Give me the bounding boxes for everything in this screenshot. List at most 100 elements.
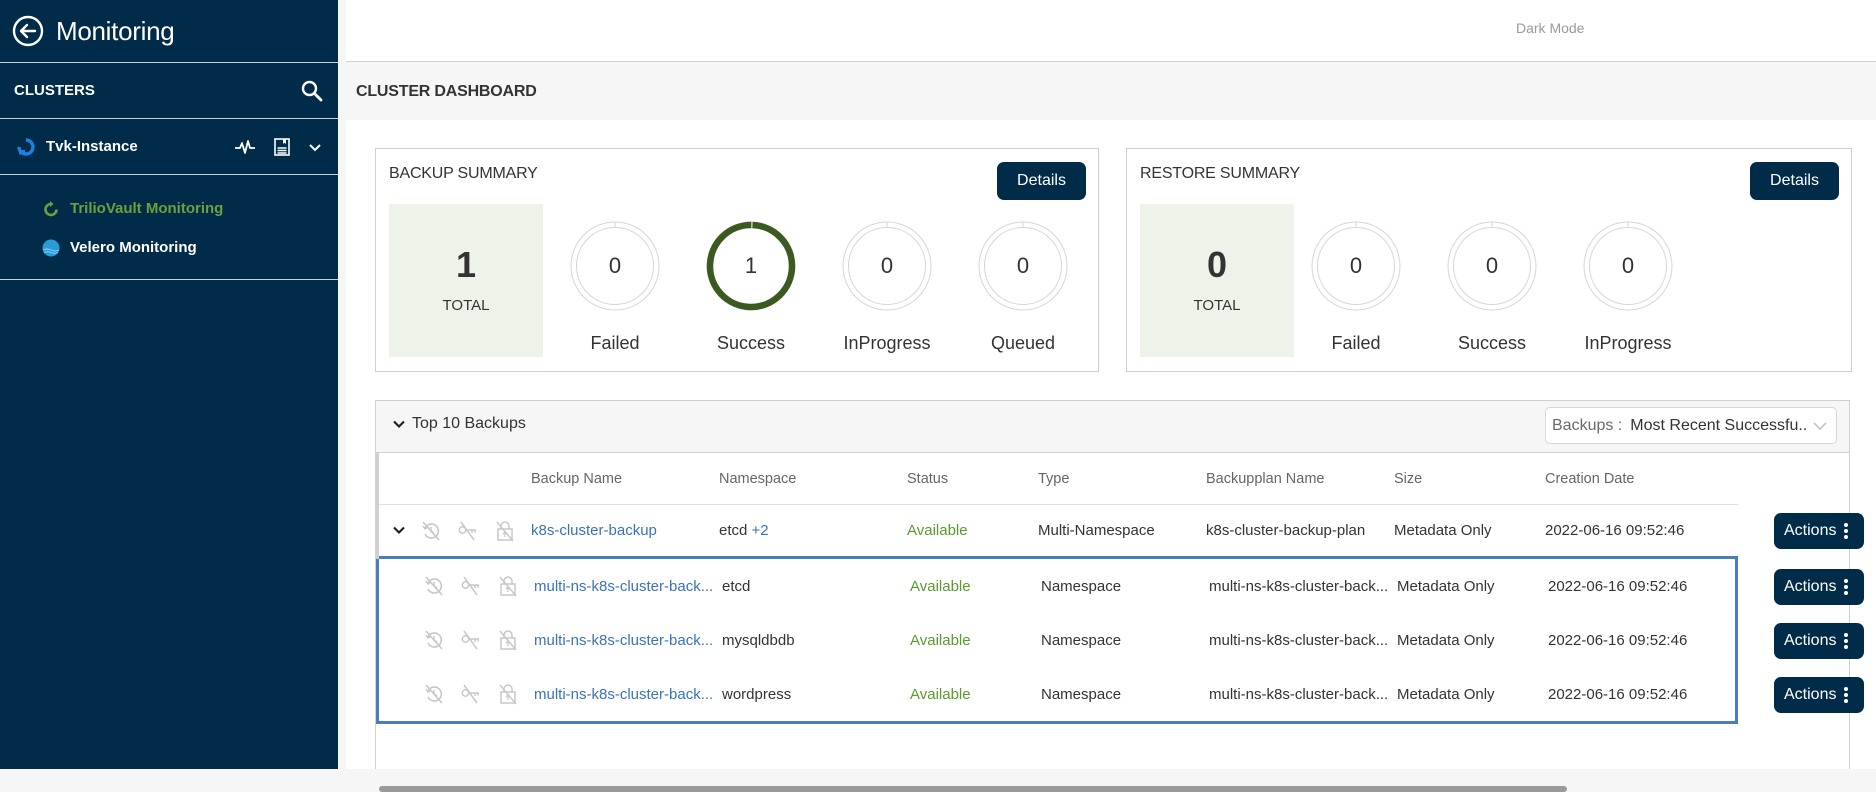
backup-stat-queued: 0 Queued <box>968 221 1078 361</box>
namespace-value: etcd <box>719 522 748 539</box>
status-badge: Available <box>910 631 971 649</box>
backup-name-link[interactable]: k8s-cluster-backup <box>531 522 657 539</box>
gutter <box>338 0 346 769</box>
horizontal-scrollbar[interactable] <box>379 786 1567 792</box>
namespace-more-link[interactable]: +2 <box>752 522 769 539</box>
dark-mode-toggle[interactable]: Dark Mode <box>1516 20 1584 36</box>
velero-icon <box>42 239 60 256</box>
backup-name-link[interactable]: multi-ns-k8s-cluster-back... <box>534 632 713 649</box>
backup-total-value: 1 <box>455 244 477 285</box>
status-badge: Available <box>910 577 971 595</box>
sidebar-item-velero-monitoring[interactable]: Velero Monitoring <box>42 228 338 267</box>
report-icon[interactable] <box>274 137 290 156</box>
backup-stat-value: 1 <box>744 253 758 278</box>
top-backups-panel: Top 10 Backups Backups : Most Recent Suc… <box>375 400 1864 792</box>
type-cell: Namespace <box>1041 685 1122 703</box>
lock-disabled-icon[interactable] <box>498 629 518 651</box>
creation-date-cell: 2022-06-16 09:52:46 <box>1548 685 1688 703</box>
backup-stat-ring: 0 <box>842 221 932 311</box>
backup-total-tile: 1 TOTAL <box>389 204 543 357</box>
filter-value: Most Recent Successfu... <box>1630 416 1808 434</box>
expand-row-icon[interactable] <box>392 522 406 539</box>
restore-summary-card: RESTORE SUMMARY Details 0 TOTAL 0 Failed 0… <box>1126 148 1852 372</box>
restore-stat-ring: 0 <box>1447 221 1537 311</box>
backup-name-link[interactable]: multi-ns-k8s-cluster-back... <box>534 686 713 703</box>
size-cell: Metadata Only <box>1397 577 1495 595</box>
backup-stat-success: 1 Success <box>696 221 806 361</box>
column-header-namespace[interactable]: Namespace <box>719 471 796 487</box>
page-title-bar: CLUSTER DASHBOARD <box>346 63 1876 120</box>
status-badge: Available <box>907 522 968 539</box>
digitalocean-logo-icon <box>17 137 35 156</box>
restore-stat-label: Success <box>1457 333 1527 353</box>
key-disabled-icon[interactable] <box>460 575 482 597</box>
backup-stat-failed: 0 Failed <box>560 221 670 361</box>
backup-name-link[interactable]: multi-ns-k8s-cluster-back... <box>534 578 713 595</box>
table-row: multi-ns-k8s-cluster-back... wordpress A… <box>379 667 1735 721</box>
restore-disabled-icon[interactable] <box>423 575 445 597</box>
lock-disabled-icon[interactable] <box>495 520 515 542</box>
key-disabled-icon[interactable] <box>457 520 479 542</box>
restore-stat-value: 0 <box>1349 253 1363 278</box>
creation-date-cell: 2022-06-16 09:52:46 <box>1548 631 1688 649</box>
backupplan-cell: multi-ns-k8s-cluster-back... <box>1209 577 1389 595</box>
backup-stat-label: Success <box>716 333 786 353</box>
backup-total-label: TOTAL <box>442 297 490 314</box>
search-icon[interactable] <box>300 79 324 103</box>
backup-details-button[interactable]: Details <box>997 162 1086 200</box>
restore-total-label: TOTAL <box>1193 297 1241 314</box>
backup-stat-value: 0 <box>1016 253 1030 278</box>
restore-disabled-icon[interactable] <box>420 520 442 542</box>
column-header-type[interactable]: Type <box>1038 471 1069 487</box>
key-disabled-icon[interactable] <box>460 683 482 705</box>
table-row: multi-ns-k8s-cluster-back... mysqldbdb A… <box>379 613 1735 667</box>
sidebar-title: Monitoring <box>56 15 175 46</box>
backupplan-cell: k8s-cluster-backup-plan <box>1206 522 1366 539</box>
restore-stat-label: InProgress <box>1584 333 1672 353</box>
dashboard-content: BACKUP SUMMARY Details 1 TOTAL 0 Failed 1 S… <box>346 120 1876 792</box>
backup-stat-label: Failed <box>590 333 640 353</box>
type-cell: Multi-Namespace <box>1038 522 1155 539</box>
kebab-menu-icon <box>1844 687 1849 703</box>
actions-button[interactable]: Actions <box>1774 513 1864 549</box>
clusters-label: CLUSTERS <box>14 82 95 99</box>
key-disabled-icon[interactable] <box>460 629 482 651</box>
pulse-icon[interactable] <box>234 139 256 155</box>
column-header-backupplan-name[interactable]: Backupplan Name <box>1206 471 1325 487</box>
restore-stat-value: 0 <box>1621 253 1635 278</box>
cluster-instance-row[interactable]: Tvk-Instance <box>0 119 338 175</box>
lock-disabled-icon[interactable] <box>498 683 518 705</box>
backups-table: Backup Name Namespace Status Type Backup… <box>376 453 1738 792</box>
backupplan-cell: multi-ns-k8s-cluster-back... <box>1209 631 1389 649</box>
sidebar-header: Monitoring <box>0 0 338 63</box>
type-cell: Namespace <box>1041 577 1122 595</box>
chevron-down-icon <box>393 420 405 429</box>
actions-label: Actions <box>1784 578 1837 595</box>
actions-label: Actions <box>1784 632 1837 649</box>
backups-filter-select[interactable]: Backups : Most Recent Successfu... <box>1545 407 1837 444</box>
top-backups-header: Top 10 Backups Backups : Most Recent Suc… <box>376 401 1849 453</box>
actions-button[interactable]: Actions <box>1774 677 1864 713</box>
top-backups-toggle[interactable]: Top 10 Backups <box>392 415 526 433</box>
backup-stat-ring: 0 <box>978 221 1068 311</box>
column-header-status[interactable]: Status <box>907 471 948 487</box>
column-header-backup-name[interactable]: Backup Name <box>531 471 622 487</box>
restore-details-button[interactable]: Details <box>1750 162 1839 200</box>
kebab-menu-icon <box>1844 579 1849 595</box>
creation-date-cell: 2022-06-16 09:52:46 <box>1548 577 1688 595</box>
backup-stat-label: InProgress <box>843 333 931 353</box>
size-cell: Metadata Only <box>1394 522 1492 539</box>
column-header-size[interactable]: Size <box>1394 471 1422 487</box>
sidebar-item-triliovault-monitoring[interactable]: TrilioVault Monitoring <box>42 189 338 228</box>
creation-date-cell: 2022-06-16 09:52:46 <box>1545 522 1685 539</box>
namespace-cell: wordpress <box>722 685 792 703</box>
restore-disabled-icon[interactable] <box>423 683 445 705</box>
back-arrow-icon[interactable] <box>12 15 44 47</box>
actions-button[interactable]: Actions <box>1774 623 1864 659</box>
lock-disabled-icon[interactable] <box>498 575 518 597</box>
actions-button[interactable]: Actions <box>1774 569 1864 605</box>
restore-disabled-icon[interactable] <box>423 629 445 651</box>
column-header-creation-date[interactable]: Creation Date <box>1545 471 1634 487</box>
namespace-cell: etcd <box>722 577 751 595</box>
chevron-down-icon[interactable] <box>308 142 322 152</box>
